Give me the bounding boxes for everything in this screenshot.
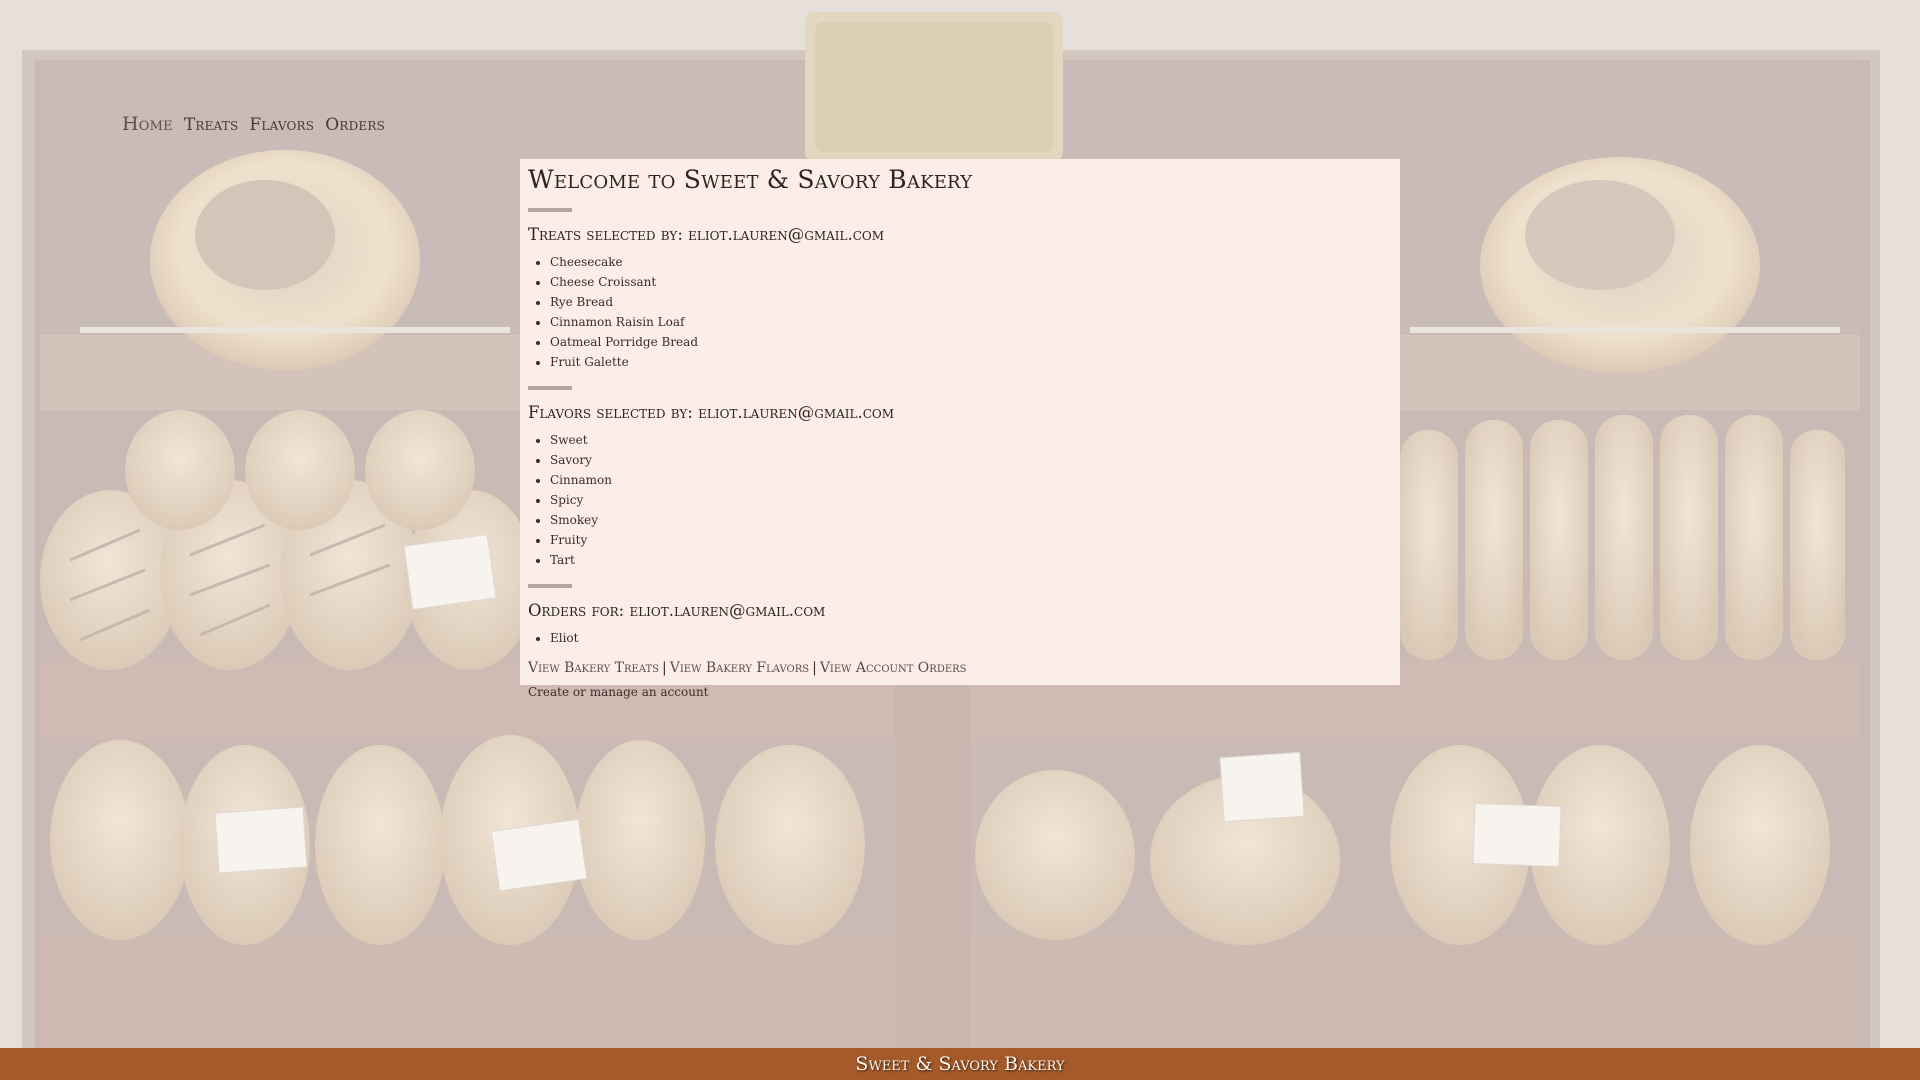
view-account-orders-link[interactable]: View Account Orders xyxy=(820,660,967,676)
nav-link-orders[interactable]: Orders xyxy=(325,115,385,135)
section-divider xyxy=(528,386,572,390)
top-nav: Home Treats Flavors Orders xyxy=(122,113,385,135)
nav-link-treats[interactable]: Treats xyxy=(184,115,239,135)
orders-heading: Orders for: eliot.lauren@gmail.com xyxy=(528,601,826,620)
flavor-item: Sweet xyxy=(550,430,1392,450)
flavor-item: Fruity xyxy=(550,530,1392,550)
treat-item: Oatmeal Porridge Bread xyxy=(550,332,1392,352)
orders-list: Eliot xyxy=(528,628,1392,648)
treat-item: Cheesecake xyxy=(550,252,1392,272)
treat-item: Cinnamon Raisin Loaf xyxy=(550,312,1392,332)
view-bakery-treats-link[interactable]: View Bakery Treats xyxy=(528,660,659,676)
flavor-item: Tart xyxy=(550,550,1392,570)
treat-item: Rye Bread xyxy=(550,292,1392,312)
flavors-heading: Flavors selected by: eliot.lauren@gmail.… xyxy=(528,403,895,422)
treat-item: Fruit Galette xyxy=(550,352,1392,372)
page-title: Welcome to Sweet & Savory Bakery xyxy=(528,165,973,194)
footer-title: Sweet & Savory Bakery xyxy=(855,1053,1065,1075)
nav-link-flavors[interactable]: Flavors xyxy=(249,115,314,135)
view-bakery-flavors-link[interactable]: View Bakery Flavors xyxy=(670,660,809,676)
link-separator: | xyxy=(812,660,817,676)
flavors-list: Sweet Savory Cinnamon Spicy Smokey Fruit… xyxy=(528,430,1392,570)
main-panel: Welcome to Sweet & Savory Bakery Treats … xyxy=(520,159,1400,699)
treats-list: Cheesecake Cheese Croissant Rye Bread Ci… xyxy=(528,252,1392,372)
flavor-item: Spicy xyxy=(550,490,1392,510)
flavor-item: Smokey xyxy=(550,510,1392,530)
link-separator: | xyxy=(662,660,667,676)
nav-link-home[interactable]: Home xyxy=(122,113,173,135)
order-item: Eliot xyxy=(550,628,1392,648)
section-divider xyxy=(528,584,572,588)
treat-item: Cheese Croissant xyxy=(550,272,1392,292)
manage-account-link[interactable]: Create or manage an account xyxy=(528,685,1392,699)
footer-bar: Sweet & Savory Bakery xyxy=(0,1048,1920,1080)
flavor-item: Savory xyxy=(550,450,1392,470)
view-links: View Bakery Treats | View Bakery Flavors | V… xyxy=(528,660,1392,676)
treats-heading: Treats selected by: eliot.lauren@gmail.c… xyxy=(528,225,885,244)
section-divider xyxy=(528,208,572,212)
flavor-item: Cinnamon xyxy=(550,470,1392,490)
